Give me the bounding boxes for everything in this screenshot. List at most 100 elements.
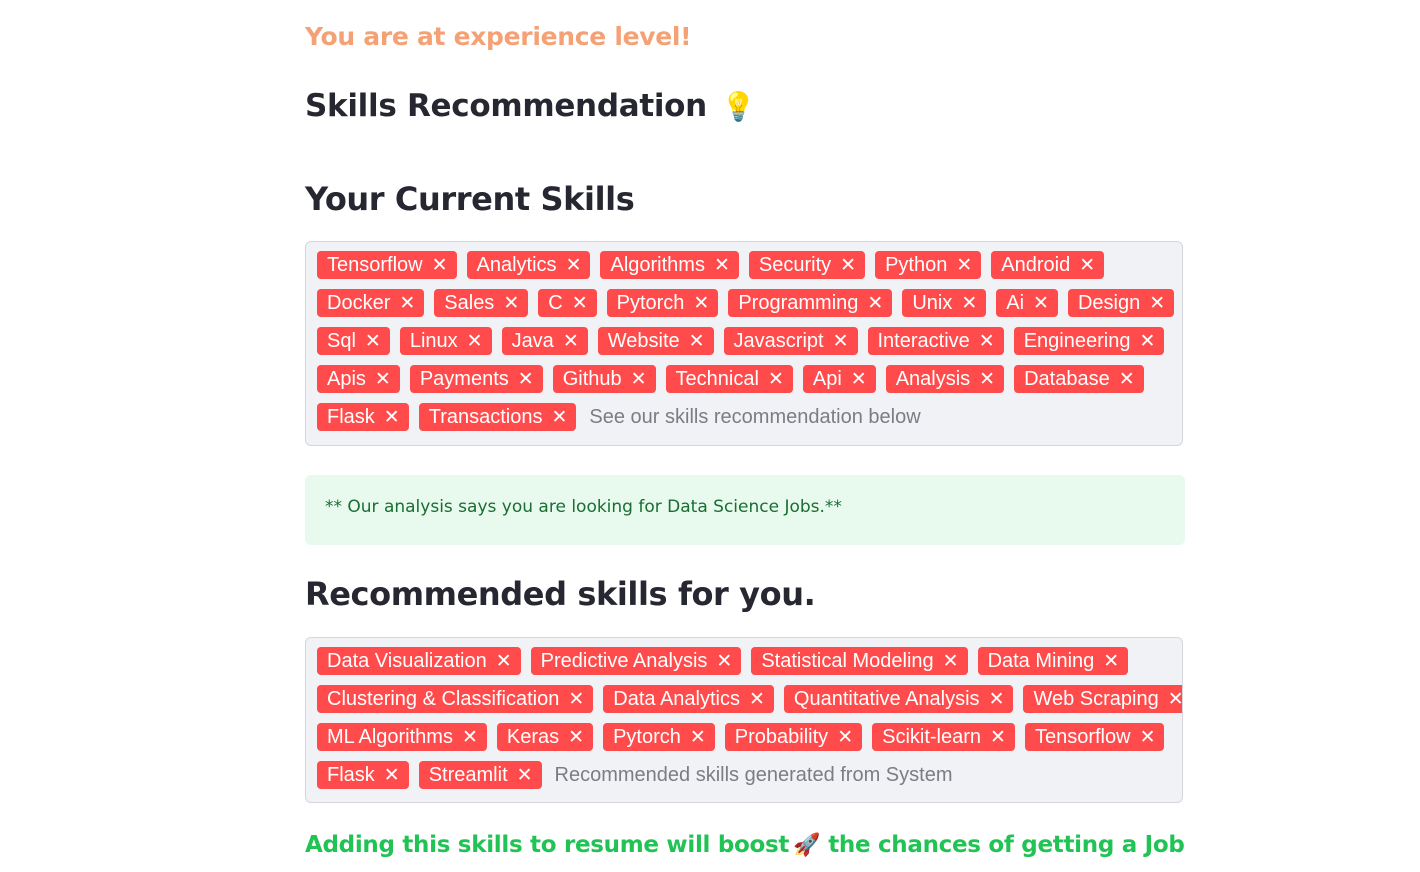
- remove-tag-icon[interactable]: ✕: [467, 332, 483, 351]
- remove-tag-icon[interactable]: ✕: [837, 728, 853, 747]
- current-skill-tag-technical: Technical ✕: [665, 365, 793, 393]
- remove-tag-icon[interactable]: ✕: [979, 370, 995, 389]
- recommended-skill-tag-statistical-modeling: Statistical Modeling ✕: [751, 647, 968, 675]
- remove-tag-icon[interactable]: ✕: [961, 294, 977, 313]
- remove-tag-icon[interactable]: ✕: [690, 728, 706, 747]
- tag-label: Android: [1001, 253, 1071, 276]
- remove-tag-icon[interactable]: ✕: [631, 370, 647, 389]
- current-skill-tag-flask: Flask ✕: [317, 403, 409, 431]
- current-skill-tag-java: Java ✕: [501, 327, 588, 355]
- remove-tag-icon[interactable]: ✕: [956, 256, 972, 275]
- lightbulb-icon: 💡: [720, 90, 756, 123]
- remove-tag-icon[interactable]: ✕: [749, 690, 765, 709]
- tag-label: Unix: [912, 291, 953, 314]
- remove-tag-icon[interactable]: ✕: [503, 294, 519, 313]
- recommended-skill-tag-scikit-learn: Scikit-learn ✕: [872, 723, 1015, 751]
- tag-label: Data Visualization: [327, 649, 487, 672]
- recommended-skill-tag-streamlit: Streamlit ✕: [418, 761, 542, 789]
- remove-tag-icon[interactable]: ✕: [384, 408, 400, 427]
- remove-tag-icon[interactable]: ✕: [399, 294, 415, 313]
- remove-tag-icon[interactable]: ✕: [432, 256, 448, 275]
- remove-tag-icon[interactable]: ✕: [568, 728, 584, 747]
- remove-tag-icon[interactable]: ✕: [840, 256, 856, 275]
- remove-tag-icon[interactable]: ✕: [1168, 690, 1182, 709]
- tag-label: Keras: [506, 725, 560, 748]
- remove-tag-icon[interactable]: ✕: [365, 332, 381, 351]
- remove-tag-icon[interactable]: ✕: [1103, 652, 1119, 671]
- remove-tag-icon[interactable]: ✕: [851, 370, 867, 389]
- recommended-skill-input-placeholder[interactable]: Recommended skills generated from System: [555, 761, 953, 789]
- remove-tag-icon[interactable]: ✕: [566, 256, 582, 275]
- remove-tag-icon[interactable]: ✕: [1079, 256, 1095, 275]
- current-skill-input-placeholder[interactable]: See our skills recommendation below: [589, 403, 920, 431]
- remove-tag-icon[interactable]: ✕: [716, 652, 732, 671]
- skills-recommendation-heading: Skills Recommendation 💡: [305, 88, 756, 124]
- tag-label: Javascript: [733, 329, 824, 352]
- recommended-skill-tag-tensorflow: Tensorflow ✕: [1024, 723, 1165, 751]
- remove-tag-icon[interactable]: ✕: [496, 652, 512, 671]
- tag-label: Pytorch: [616, 291, 685, 314]
- current-skill-tag-ai: Ai ✕: [996, 289, 1058, 317]
- tag-label: Docker: [327, 291, 391, 314]
- tag-label: Analytics: [476, 253, 557, 276]
- current-skill-tag-interactive: Interactive ✕: [867, 327, 1004, 355]
- remove-tag-icon[interactable]: ✕: [989, 690, 1005, 709]
- current-skill-tag-unix: Unix ✕: [902, 289, 987, 317]
- remove-tag-icon[interactable]: ✕: [1140, 728, 1156, 747]
- current-skills-multiselect[interactable]: Tensorflow ✕ Analytics ✕ Algorithms ✕ Security…: [305, 241, 1183, 446]
- recommended-skill-tag-pytorch: Pytorch ✕: [603, 723, 715, 751]
- tag-label: Website: [607, 329, 680, 352]
- remove-tag-icon[interactable]: ✕: [693, 294, 709, 313]
- tag-label: Clustering & Classification: [327, 687, 560, 710]
- remove-tag-icon[interactable]: ✕: [518, 370, 534, 389]
- current-skill-tag-javascript: Javascript ✕: [723, 327, 858, 355]
- remove-tag-icon[interactable]: ✕: [768, 370, 784, 389]
- remove-tag-icon[interactable]: ✕: [572, 294, 588, 313]
- remove-tag-icon[interactable]: ✕: [384, 766, 400, 785]
- remove-tag-icon[interactable]: ✕: [979, 332, 995, 351]
- remove-tag-icon[interactable]: ✕: [551, 408, 567, 427]
- current-skill-tag-docker: Docker ✕: [317, 289, 425, 317]
- remove-tag-icon[interactable]: ✕: [1139, 332, 1155, 351]
- current-skills-tag-list: Tensorflow ✕ Analytics ✕ Algorithms ✕ Security…: [317, 251, 1182, 431]
- tag-label: Apis: [327, 367, 366, 390]
- tag-label: Flask: [327, 405, 375, 428]
- current-skill-tag-android: Android ✕: [991, 251, 1105, 279]
- tag-label: Programming: [738, 291, 859, 314]
- tag-label: Tensorflow: [1034, 725, 1131, 748]
- remove-tag-icon[interactable]: ✕: [568, 690, 584, 709]
- recommended-skill-tag-ml-algorithms: ML Algorithms ✕: [317, 723, 487, 751]
- tag-label: Transactions: [428, 405, 543, 428]
- current-skill-tag-payments: Payments ✕: [409, 365, 543, 393]
- remove-tag-icon[interactable]: ✕: [517, 766, 533, 785]
- recommended-skill-tag-data-analytics: Data Analytics ✕: [603, 685, 774, 713]
- recommended-skill-tag-predictive-analysis: Predictive Analysis ✕: [530, 647, 742, 675]
- remove-tag-icon[interactable]: ✕: [990, 728, 1006, 747]
- tag-label: Github: [562, 367, 622, 390]
- tag-label: Analysis: [895, 367, 971, 390]
- remove-tag-icon[interactable]: ✕: [563, 332, 579, 351]
- tag-label: Design: [1077, 291, 1141, 314]
- remove-tag-icon[interactable]: ✕: [1033, 294, 1049, 313]
- current-skill-tag-analytics: Analytics ✕: [466, 251, 591, 279]
- remove-tag-icon[interactable]: ✕: [689, 332, 705, 351]
- current-skill-tag-analysis: Analysis ✕: [885, 365, 1005, 393]
- remove-tag-icon[interactable]: ✕: [1149, 294, 1165, 313]
- recommended-skill-tag-quantitative-analysis: Quantitative Analysis ✕: [783, 685, 1014, 713]
- remove-tag-icon[interactable]: ✕: [943, 652, 959, 671]
- tag-label: Data Analytics: [613, 687, 740, 710]
- recommended-skills-multiselect[interactable]: Data Visualization ✕ Predictive Analysis ✕ S…: [305, 637, 1183, 803]
- tag-label: Linux: [409, 329, 458, 352]
- tag-label: Engineering: [1023, 329, 1131, 352]
- tag-label: Ai: [1006, 291, 1025, 314]
- remove-tag-icon[interactable]: ✕: [714, 256, 730, 275]
- tag-label: Pytorch: [613, 725, 681, 748]
- recommended-skills-heading: Recommended skills for you.: [305, 575, 816, 613]
- remove-tag-icon[interactable]: ✕: [833, 332, 849, 351]
- recommended-skill-tag-clustering-classification: Clustering & Classification ✕: [317, 685, 594, 713]
- remove-tag-icon[interactable]: ✕: [1119, 370, 1135, 389]
- recommended-skill-tag-web-scraping: Web Scraping ✕: [1023, 685, 1182, 713]
- remove-tag-icon[interactable]: ✕: [867, 294, 883, 313]
- remove-tag-icon[interactable]: ✕: [375, 370, 391, 389]
- remove-tag-icon[interactable]: ✕: [462, 728, 478, 747]
